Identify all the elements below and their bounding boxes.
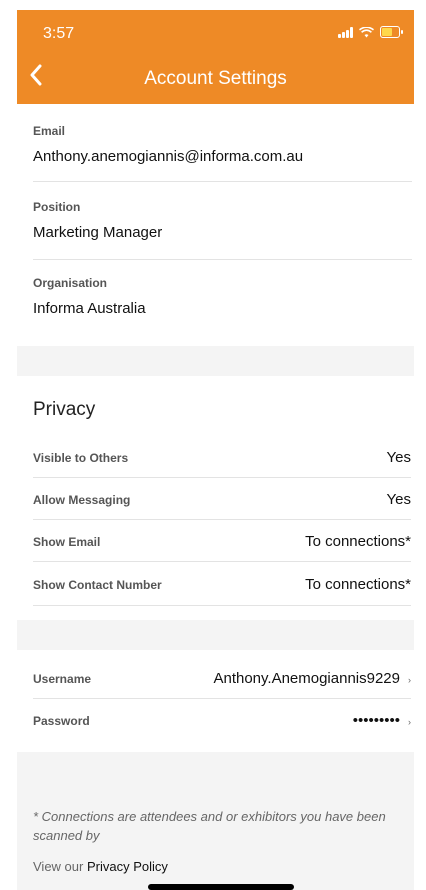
allow-messaging-row[interactable]: Allow Messaging Yes [33,481,411,519]
password-label: Password [33,714,90,728]
organisation-value: Informa Australia [33,300,146,317]
chevron-right-icon: › [408,675,411,685]
divider [33,259,412,260]
visible-to-others-label: Visible to Others [33,451,129,465]
chevron-right-icon: › [408,717,411,727]
page-title: Account Settings [144,68,287,89]
divider [33,181,412,182]
email-value: Anthony.anemogiannis@informa.com.au [33,148,304,165]
divider [33,698,411,699]
show-email-value: To connections* [305,533,411,550]
privacy-heading: Privacy [33,399,96,420]
position-label: Position [33,200,81,214]
show-email-label: Show Email [33,535,101,549]
app-header: 3:57 Account Settings [17,10,414,104]
organisation-label: Organisation [33,276,108,290]
divider [33,477,411,478]
visible-to-others-row[interactable]: Visible to Others Yes [33,439,411,477]
position-value: Marketing Manager [33,224,163,241]
battery-icon [380,26,403,38]
username-label: Username [33,672,92,686]
divider [33,561,411,562]
visible-to-others-value: Yes [386,449,411,466]
show-email-row[interactable]: Show Email To connections* [33,523,411,561]
show-contact-number-row[interactable]: Show Contact Number To connections* [33,566,411,604]
position-field: Position Marketing Manager [33,200,162,241]
privacy-policy-prefix: View our [33,859,87,874]
password-value: ••••••••• › [353,712,411,729]
allow-messaging-label: Allow Messaging [33,493,131,507]
profile-section: Email Anthony.anemogiannis@informa.com.a… [17,104,414,346]
home-indicator [148,884,294,890]
username-value: Anthony.Anemogiannis9229 › [213,670,411,687]
username-text: Anthony.Anemogiannis9229 [213,670,400,687]
show-contact-number-label: Show Contact Number [33,578,162,592]
username-row[interactable]: Username Anthony.Anemogiannis9229 › [33,660,411,698]
show-contact-number-value: To connections* [305,576,411,593]
allow-messaging-value: Yes [386,491,411,508]
connections-footnote: * Connections are attendees and or exhib… [33,809,386,843]
email-field: Email Anthony.anemogiannis@informa.com.a… [33,124,303,165]
wifi-icon [359,26,374,37]
status-time: 3:57 [43,25,75,42]
divider [33,519,411,520]
privacy-policy-line: View our Privacy Policy [33,859,168,874]
email-label: Email [33,124,66,138]
privacy-policy-link[interactable]: Privacy Policy [87,859,168,874]
password-text: ••••••••• [352,712,400,729]
section-separator [17,620,414,650]
section-separator [17,346,414,376]
organisation-field: Organisation Informa Australia [33,276,146,317]
status-icons [338,26,403,38]
signal-icon [338,26,353,38]
password-row[interactable]: Password ••••••••• › [33,702,411,740]
divider [33,605,411,606]
